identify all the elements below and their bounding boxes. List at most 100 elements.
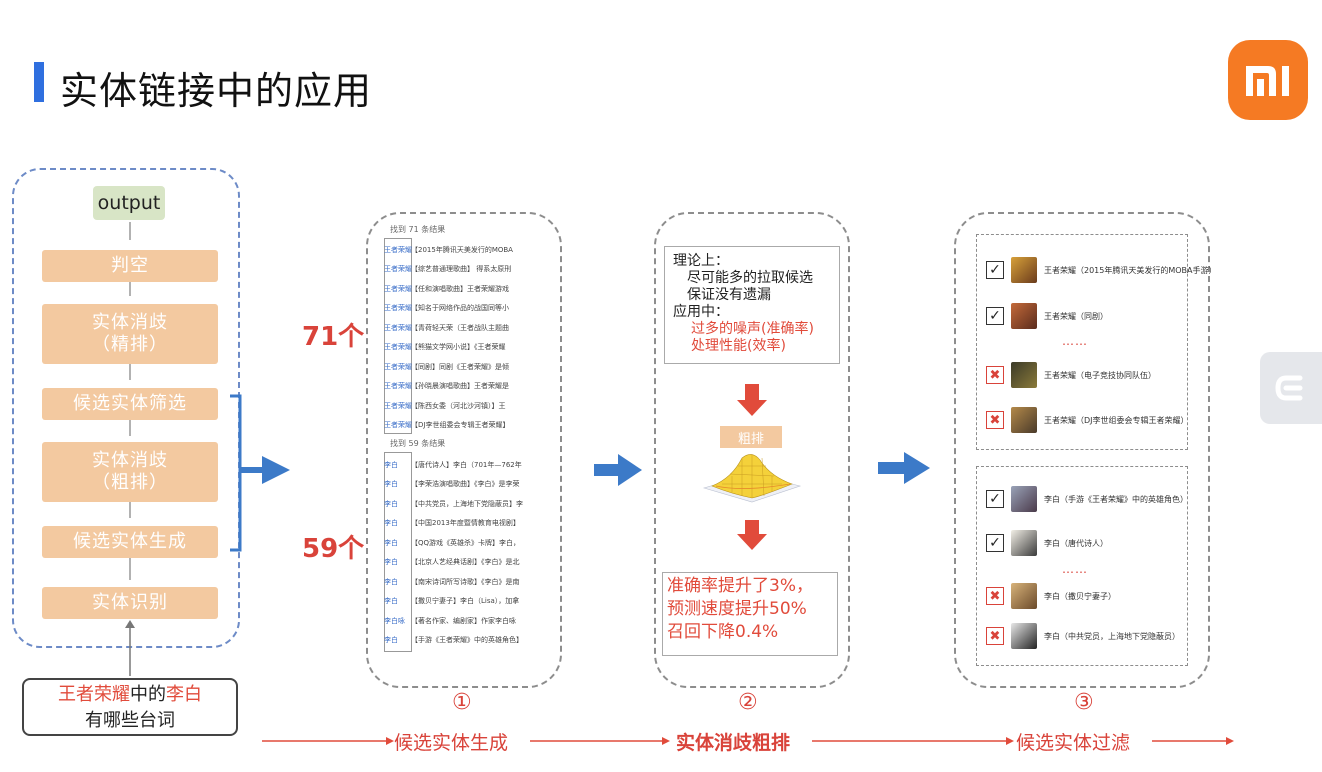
entity-label: 李白（手游《王者荣耀》中的英雄角色） [1044,494,1188,504]
check-icon[interactable]: ✓ [986,490,1004,508]
search-result-row[interactable]: 李白 【手游《王者荣耀》中的英雄角色】 [384,632,532,649]
search-result-row[interactable]: 李白 【撒贝宁妻子】李白（Lisa），加拿 [384,593,532,610]
result-snippet: 【南宋诗词所写诗歌】《李白》是南 [411,577,520,586]
query-entity-person: 李白 [166,684,202,705]
step-label-1: 候选实体生成 [394,732,509,754]
result-entity-link[interactable]: 李白 [384,460,411,470]
result-entity-link[interactable]: 王者荣耀 [384,323,412,333]
stage-entity-recognition: 实体识别 [42,587,218,619]
result-snippet: 【李荣浩演唱歌曲】《李白》是李荣 [411,480,520,488]
candidate-count-a: 71个 [302,322,365,352]
cross-icon[interactable]: ✖ [986,411,1004,429]
theory-point-1: 尽可能多的拉取候选 [687,270,813,286]
entity-row-a3[interactable]: ✖ 王者荣耀（电子竞技协同队伍） [986,362,1156,388]
result-snippet: 【北京人艺经典话剧】《李白》是北 [411,558,520,566]
result-entity-link[interactable]: 王者荣耀 [384,245,412,255]
result-snippet: 【熊猫文学网小说】《王者荣耀 [411,343,506,351]
cross-icon[interactable]: ✖ [986,627,1004,645]
search-result-row[interactable]: 王者荣耀 【陈西女委（河北沙河镇）】王 [384,397,532,414]
search-result-row[interactable]: 李白 【北京人艺经典话剧】《李白》是北 [384,554,532,571]
improvement-accuracy: 准确率提升了3%， [667,576,813,596]
stage-fine-disambiguation: 实体消歧 （精排） [42,304,218,364]
entity-thumbnail [1011,362,1037,388]
search-result-row[interactable]: 王者荣耀 【孙晓晨演唱歌曲】王者荣耀是 [384,378,532,395]
query-connector: 中的 [130,684,166,705]
result-snippet: 【2015年腾讯天美发行的MOBA [411,245,513,254]
result-entity-link[interactable]: 李白 [384,635,411,645]
result-entity-link[interactable]: 李白 [384,596,411,606]
search-result-row[interactable]: 李白 【李荣浩演唱歌曲】《李白》是李荣 [384,476,532,493]
results-header-b: 找到 59 条结果 [390,439,446,448]
query-entity-game: 王者荣耀 [58,684,130,705]
search-result-row[interactable]: 李白 【中国2013年度暨情教育电视剧】 [384,515,532,532]
entity-thumbnail [1011,583,1037,609]
entity-thumbnail [1011,623,1037,649]
entity-row-a1[interactable]: ✓ 王者荣耀（2015年腾讯天美发行的MOBA手游） [986,257,1217,283]
check-icon[interactable]: ✓ [986,534,1004,552]
candidate-count-b: 59个 [302,534,365,564]
result-entity-link[interactable]: 王者荣耀 [384,381,412,391]
practice-point-2: 处理性能(效率) [691,338,786,354]
entity-row-a2[interactable]: ✓ 王者荣耀（同剧） [986,303,1108,329]
result-entity-link[interactable]: 李白咏 [384,616,411,626]
check-icon[interactable]: ✓ [986,261,1004,279]
search-result-row[interactable]: 王者荣耀 【综艺普通理歌曲】 得系太原刑 [384,261,532,278]
search-result-row[interactable]: 王者荣耀 【青荷轻天荣（王者战队主题曲 [384,319,532,336]
search-result-row[interactable]: 王者荣耀 【2015年腾讯天美发行的MOBA [384,241,532,258]
result-entity-link[interactable]: 王者荣耀 [384,264,412,274]
entity-thumbnail [1011,407,1037,433]
result-snippet: 【中共党员，上海地下党隐蔽员】李 [411,499,523,508]
cross-icon[interactable]: ✖ [986,366,1004,384]
ellipsis-a: …… [1062,334,1088,348]
result-entity-link[interactable]: 李白 [384,499,411,509]
result-entity-link[interactable]: 王者荣耀 [384,362,412,372]
entity-label: 李白（撒贝宁妻子） [1044,591,1116,601]
result-entity-link[interactable]: 王者荣耀 [384,401,412,411]
step-label-2: 实体消歧粗排 [676,732,791,754]
entity-row-b3[interactable]: ✖ 李白（撒贝宁妻子） [986,583,1116,609]
step-number-3: ③ [1074,690,1094,715]
entity-label: 王者荣耀（DJ李世组委会专辑王者荣耀） [1044,415,1189,425]
result-snippet: 【唐代诗人】李白（701年—762年 [411,460,522,469]
search-result-row[interactable]: 王者荣耀 【同剧】同剧《王者荣耀》是倾 [384,358,532,375]
entity-thumbnail [1011,257,1037,283]
stage-coarse-disambiguation: 实体消歧 （粗排） [42,442,218,502]
result-entity-link[interactable]: 李白 [384,557,411,567]
entity-row-a4[interactable]: ✖ 王者荣耀（DJ李世组委会专辑王者荣耀） [986,407,1189,433]
entity-row-b1[interactable]: ✓ 李白（手游《王者荣耀》中的英雄角色） [986,486,1188,512]
theory-heading: 理论上： [673,253,729,269]
coarse-ranking-label: 粗排 [720,426,782,448]
search-result-row[interactable]: 王者荣耀 【任和演唱歌曲】王者荣耀游戏 [384,280,532,297]
result-entity-link[interactable]: 王者荣耀 [384,420,412,430]
result-snippet: 【知名于网络作品的战国同等小 [411,304,509,312]
check-icon[interactable]: ✓ [986,307,1004,325]
result-snippet: 【陈西女委（河北沙河镇）】王 [411,401,506,410]
entity-row-b4[interactable]: ✖ 李白（中共党员，上海地下党隐蔽员） [986,623,1180,649]
result-entity-link[interactable]: 李白 [384,538,411,548]
search-result-row[interactable]: 王者荣耀 【熊猫文学网小说】《王者荣耀 [384,339,532,356]
query-line-2: 有哪些台词 [85,710,175,731]
result-entity-link[interactable]: 王者荣耀 [384,284,412,294]
entity-thumbnail [1011,303,1037,329]
search-result-row[interactable]: 李白咏 【著名作家、编剧家】作家李白咏 [384,612,532,629]
result-snippet: 【中国2013年度暨情教育电视剧】 [411,519,520,527]
cross-icon[interactable]: ✖ [986,587,1004,605]
improvement-box: 准确率提升了3%， 预测速度提升50% 召回下降0.4% [662,572,838,656]
search-result-row[interactable]: 李白 【QQ游戏《英雄杀》卡牌】李白， [384,534,532,551]
results-header-a: 找到 71 条结果 [390,225,446,234]
practice-point-1: 过多的噪声(准确率) [691,321,814,337]
result-snippet: 【撒贝宁妻子】李白（Lisa），加拿 [411,597,520,605]
entity-row-b2[interactable]: ✓ 李白（唐代诗人） [986,530,1108,556]
search-result-row[interactable]: 李白 【中共党员，上海地下党隐蔽员】李 [384,495,532,512]
search-result-row[interactable]: 李白 【南宋诗词所写诗歌】《李白》是南 [384,573,532,590]
search-result-row[interactable]: 李白 【唐代诗人】李白（701年—762年 [384,456,532,473]
result-entity-link[interactable]: 李白 [384,479,411,489]
result-entity-link[interactable]: 李白 [384,518,411,528]
result-entity-link[interactable]: 王者荣耀 [384,342,412,352]
search-result-row[interactable]: 王者荣耀 【DJ李世组委会专辑王者荣耀】 [384,417,532,434]
result-entity-link[interactable]: 王者荣耀 [384,303,412,313]
result-snippet: 【青荷轻天荣（王者战队主题曲 [411,323,509,332]
search-result-row[interactable]: 王者荣耀 【知名于网络作品的战国同等小 [384,300,532,317]
result-entity-link[interactable]: 李白 [384,577,411,587]
result-snippet: 【QQ游戏《英雄杀》卡牌】李白， [411,538,521,547]
